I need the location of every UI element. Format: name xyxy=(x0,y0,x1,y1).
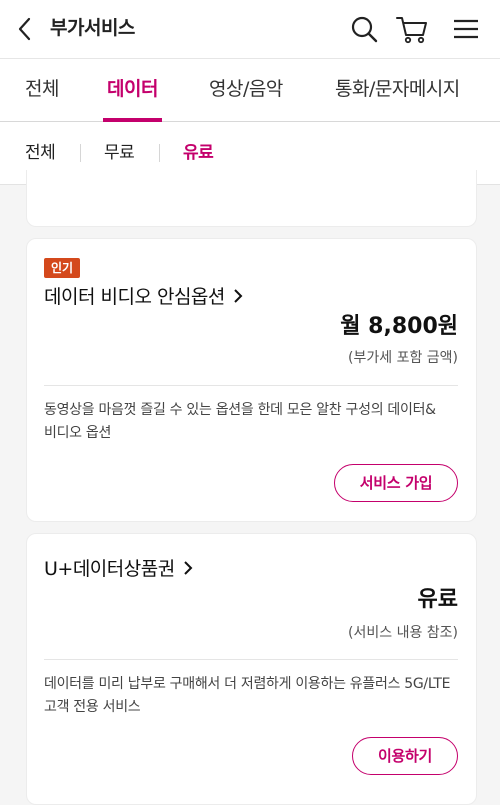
search-icon[interactable] xyxy=(349,14,379,44)
service-name: 데이터 비디오 안심옵션 xyxy=(44,286,225,308)
service-name-link[interactable]: U+데이터상품권 xyxy=(44,556,193,582)
service-price: 월 8,800원 xyxy=(340,314,458,339)
chevron-right-icon xyxy=(184,561,193,575)
divider xyxy=(44,385,458,386)
use-service-button[interactable]: 이용하기 xyxy=(352,737,458,775)
chevron-right-icon xyxy=(234,289,243,303)
description-line: 비디오 옵션 xyxy=(44,425,112,441)
chevron-left-icon[interactable] xyxy=(14,16,38,42)
service-card[interactable]: 인기 데이터 비디오 안심옵션 월 8,800원 (부가세 포함 금액) 동영상… xyxy=(26,238,477,522)
service-description: 동영상을 마음껏 즐길 수 있는 옵션을 한데 모은 알찬 구성의 데이터& 비… xyxy=(44,399,464,445)
subtab-divider xyxy=(80,144,81,162)
join-service-button[interactable]: 서비스 가입 xyxy=(334,464,458,502)
tab-all[interactable]: 전체 xyxy=(25,59,59,121)
category-tabs: 전체 데이터 영상/음악 통화/문자메시지 xyxy=(0,59,500,122)
tab-call-message[interactable]: 통화/문자메시지 xyxy=(335,59,460,121)
service-description: 데이터를 미리 납부로 구매해서 더 저렴하게 이용하는 유플러스 5G/LTE… xyxy=(44,673,464,719)
popular-badge: 인기 xyxy=(44,258,81,278)
app-header: 부가서비스 xyxy=(0,0,500,59)
service-price: 유료 xyxy=(417,587,458,612)
service-name-link[interactable]: 데이터 비디오 안심옵션 xyxy=(44,284,243,310)
tab-video-music[interactable]: 영상/음악 xyxy=(209,59,283,121)
service-card-partial xyxy=(26,170,477,227)
price-note: (서비스 내용 참조) xyxy=(348,625,458,641)
subtab-all[interactable]: 전체 xyxy=(25,141,56,165)
subtab-divider xyxy=(159,144,160,162)
service-name: U+데이터상품권 xyxy=(44,558,175,580)
menu-icon[interactable] xyxy=(451,14,481,44)
description-line: 동영상을 마음껏 즐길 수 있는 옵션을 한데 모은 알찬 구성의 데이터& xyxy=(44,402,436,418)
description-line: 고객 전용 서비스 xyxy=(44,699,141,715)
page-title: 부가서비스 xyxy=(50,17,135,39)
divider xyxy=(44,659,458,660)
subtab-paid[interactable]: 유료 xyxy=(183,141,214,165)
cart-icon[interactable] xyxy=(395,14,429,44)
price-note: (부가세 포함 금액) xyxy=(348,350,458,366)
service-card[interactable]: U+데이터상품권 유료 (서비스 내용 참조) 데이터를 미리 납부로 구매해서… xyxy=(26,533,477,805)
subtab-free[interactable]: 무료 xyxy=(104,141,135,165)
tab-data[interactable]: 데이터 xyxy=(103,59,162,122)
description-line: 데이터를 미리 납부로 구매해서 더 저렴하게 이용하는 유플러스 5G/LTE xyxy=(44,676,451,692)
